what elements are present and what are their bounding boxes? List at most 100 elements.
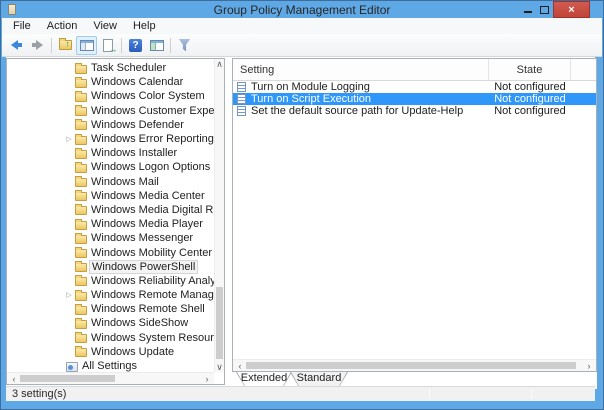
filter-icon [179, 39, 191, 52]
setting-state: Not configured [489, 93, 571, 105]
scrollbar-thumb[interactable] [20, 375, 115, 382]
folder-icon [75, 277, 87, 286]
all-settings-icon [66, 362, 78, 372]
list-horizontal-scrollbar[interactable]: ‹ › [233, 359, 596, 371]
status-text: 3 setting(s) [12, 388, 66, 400]
expand-arrow-icon[interactable]: ▷ [63, 135, 75, 143]
folder-icon [75, 249, 87, 258]
folder-icon [75, 320, 87, 329]
list-row-update-help-path[interactable]: Set the default source path for Update-H… [233, 105, 596, 117]
tree-item-windows-reliability-analysis[interactable]: Windows Reliability Analysis [7, 274, 214, 288]
toolbar-separator [170, 38, 171, 53]
tree-item-windows-mail[interactable]: Windows Mail [7, 175, 214, 189]
menu-view[interactable]: View [85, 18, 125, 34]
toolbar-separator [51, 38, 52, 53]
column-header-state[interactable]: State [489, 59, 571, 80]
column-header-setting[interactable]: Setting [233, 59, 489, 80]
tree-item-windows-calendar[interactable]: Windows Calendar [7, 75, 214, 89]
folder-icon [75, 306, 87, 315]
tree-items: Task Scheduler Windows Calendar Windows … [7, 61, 214, 372]
tree-item-all-settings[interactable]: All Settings [7, 359, 214, 372]
menu-action[interactable]: Action [39, 18, 86, 34]
tree-item-windows-media-digital-rights[interactable]: Windows Media Digital Rights [7, 203, 214, 217]
folder-icon [75, 136, 87, 145]
tab-standard[interactable]: Standard [290, 372, 348, 387]
folder-icon [75, 206, 87, 215]
close-button[interactable]: × [553, 1, 590, 18]
menu-file[interactable]: File [5, 18, 39, 34]
tree-item-windows-powershell[interactable]: Windows PowerShell [7, 260, 214, 274]
tree-horizontal-scrollbar[interactable]: ‹ › [7, 372, 214, 384]
folder-icon [75, 348, 87, 357]
group-policy-editor-window: Group Policy Management Editor × File Ac… [0, 0, 604, 410]
scroll-right-icon[interactable]: › [584, 360, 594, 371]
setting-state: Not configured [489, 105, 571, 117]
folder-icon [75, 65, 87, 74]
folder-icon [75, 121, 87, 130]
list-row-script-execution[interactable]: Turn on Script Execution Not configured [233, 93, 596, 105]
help-button[interactable]: ? [125, 36, 146, 55]
window-controls: × [519, 1, 590, 18]
client-area: Task Scheduler Windows Calendar Windows … [6, 57, 595, 401]
maximize-button[interactable] [536, 1, 553, 18]
forward-button[interactable] [27, 36, 48, 55]
console-tree-icon [80, 40, 94, 51]
tree-vertical-scrollbar[interactable]: ∧ ∨ [214, 59, 224, 372]
up-one-level-icon: → [59, 40, 72, 50]
tree-item-windows-media-player[interactable]: Windows Media Player [7, 217, 214, 231]
scroll-up-icon[interactable]: ∧ [215, 59, 224, 69]
toolbar: → ? [2, 34, 602, 57]
setting-name: Turn on Script Execution [251, 93, 371, 105]
selected-tree-item-label: Windows PowerShell [89, 260, 198, 274]
scroll-right-icon[interactable]: › [202, 373, 212, 384]
tree-item-windows-media-center[interactable]: Windows Media Center [7, 189, 214, 203]
setting-name: Turn on Module Logging [251, 81, 370, 93]
tab-extended[interactable]: Extended [236, 372, 292, 387]
scrollbar-thumb[interactable] [246, 362, 576, 369]
tree-item-windows-customer-experience[interactable]: Windows Customer Experienc [7, 104, 214, 118]
folder-icon [75, 164, 87, 173]
tree-item-windows-remote-management[interactable]: ▷Windows Remote Manageme [7, 288, 214, 302]
column-header-blank [571, 59, 596, 80]
minimize-button[interactable] [519, 1, 536, 18]
up-one-level-button[interactable]: → [55, 36, 76, 55]
show-action-pane-button[interactable] [146, 36, 167, 55]
back-button[interactable] [6, 36, 27, 55]
action-pane-icon [150, 40, 164, 51]
folder-icon [75, 263, 87, 272]
folder-icon [75, 107, 87, 116]
policy-setting-icon [237, 82, 246, 92]
titlebar[interactable]: Group Policy Management Editor × [1, 1, 603, 18]
folder-icon [75, 93, 87, 102]
tree-item-windows-defender[interactable]: Windows Defender [7, 118, 214, 132]
folder-icon [75, 192, 87, 201]
forward-icon [32, 40, 43, 50]
folder-icon [75, 292, 87, 301]
setting-name: Set the default source path for Update-H… [251, 105, 463, 117]
maximize-icon [540, 6, 549, 14]
show-console-tree-button[interactable] [76, 36, 97, 55]
expand-arrow-icon[interactable]: ▷ [63, 291, 75, 299]
scroll-left-icon[interactable]: ‹ [9, 373, 19, 384]
tree-item-windows-system-resource[interactable]: Windows System Resource Ma [7, 331, 214, 345]
scrollbar-thumb[interactable] [216, 287, 223, 359]
tree-item-windows-remote-shell[interactable]: Windows Remote Shell [7, 302, 214, 316]
scroll-down-icon[interactable]: ∨ [215, 362, 224, 372]
tree-item-windows-logon-options[interactable]: Windows Logon Options [7, 160, 214, 174]
tree-item-windows-mobility-center[interactable]: Windows Mobility Center [7, 245, 214, 259]
tree-item-windows-installer[interactable]: Windows Installer [7, 146, 214, 160]
statusbar-divider [531, 389, 532, 399]
back-icon [11, 40, 22, 50]
tree-item-windows-messenger[interactable]: Windows Messenger [7, 231, 214, 245]
settings-list: Turn on Module Logging Not configured Tu… [233, 81, 596, 359]
tree-item-windows-color-system[interactable]: Windows Color System [7, 89, 214, 103]
export-list-button[interactable] [97, 36, 118, 55]
tree-item-windows-error-reporting[interactable]: ▷Windows Error Reporting [7, 132, 214, 146]
menu-help[interactable]: Help [125, 18, 164, 34]
filter-button[interactable] [174, 36, 195, 55]
tree-item-windows-update[interactable]: Windows Update [7, 345, 214, 359]
scroll-left-icon[interactable]: ‹ [235, 360, 245, 371]
tree-item-windows-sideshow[interactable]: Windows SideShow [7, 316, 214, 330]
tree-item-task-scheduler[interactable]: Task Scheduler [7, 61, 214, 75]
list-row-module-logging[interactable]: Turn on Module Logging Not configured [233, 81, 596, 93]
